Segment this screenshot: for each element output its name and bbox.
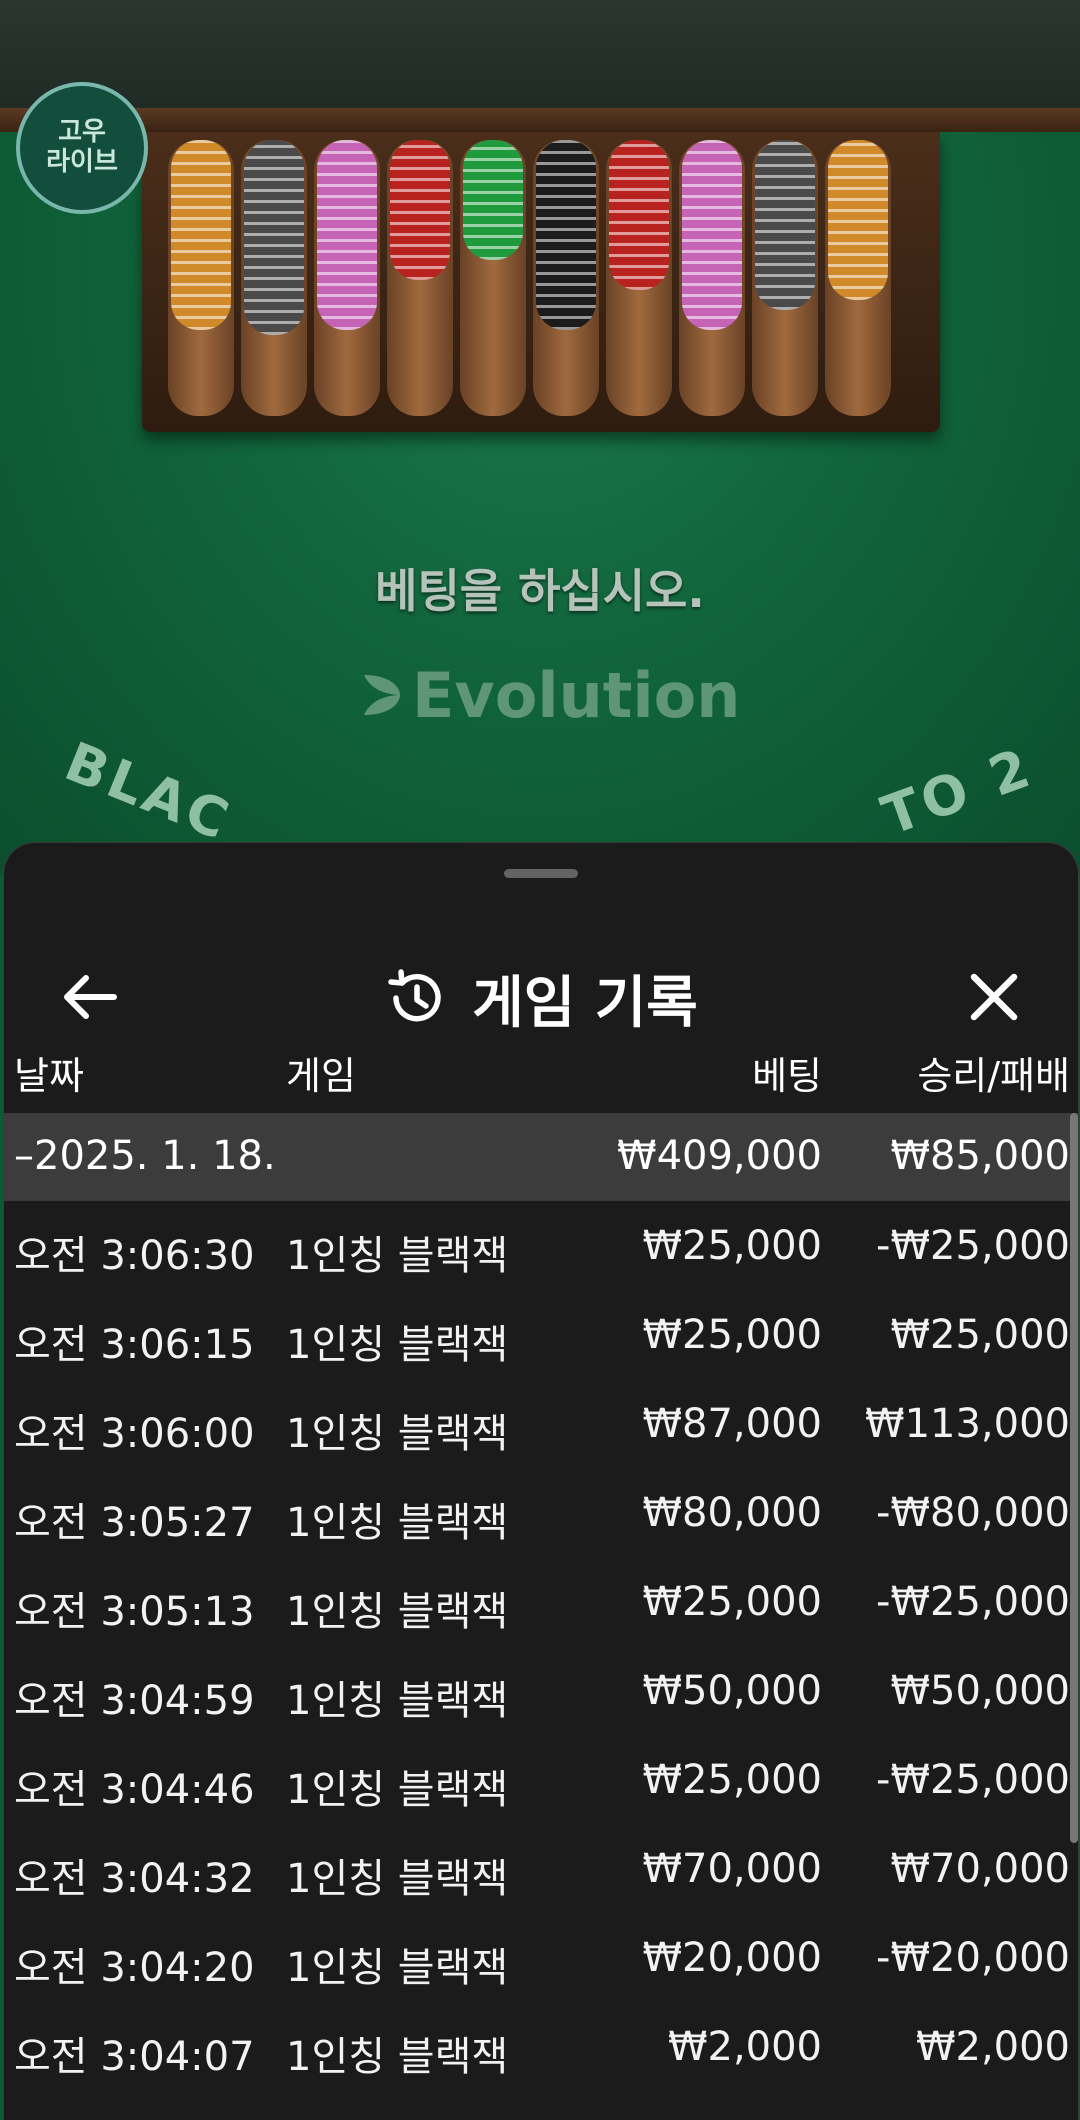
- row-bet: ₩25,000: [642, 1223, 822, 1269]
- row-bet: ₩70,000: [642, 1846, 822, 1892]
- row-game: 1인칭 블랙잭: [286, 2034, 509, 2080]
- row-win-loss: -₩20,000: [876, 1935, 1070, 1981]
- chip-slot: [387, 140, 453, 416]
- game-history-sheet: 게임 기록 날짜 게임 베팅 승리/패배 –2025. 1. 18. ₩409,…: [3, 842, 1079, 2120]
- chip-stack: [390, 140, 450, 280]
- chip-stack: [463, 140, 523, 260]
- chip-slot: [825, 140, 891, 416]
- chip-stack: [171, 140, 231, 330]
- sheet-title-group: 게임 기록: [4, 963, 1078, 1036]
- chip-slot: [241, 140, 307, 416]
- row-game: 1인칭 블랙잭: [286, 1856, 509, 1902]
- row-win-loss: -₩25,000: [876, 1757, 1070, 1803]
- history-row[interactable]: 오전 3:06:30 1인칭 블랙잭 ₩25,000 -₩25,000: [4, 1201, 1078, 1290]
- row-game: 1인칭 블랙잭: [286, 1945, 509, 1991]
- row-bet: ₩87,000: [642, 1401, 822, 1447]
- history-row[interactable]: 오전 3:06:15 1인칭 블랙잭 ₩25,000 ₩25,000: [4, 1290, 1078, 1379]
- date-group-label: –2025. 1. 18.: [14, 1133, 276, 1179]
- row-time: 오전 3:05:13: [14, 1589, 255, 1635]
- row-bet: ₩25,000: [642, 1312, 822, 1358]
- row-game: 1인칭 블랙잭: [286, 1322, 509, 1368]
- row-time: 오전 3:06:15: [14, 1322, 255, 1368]
- table-rail: [0, 108, 1080, 132]
- row-bet: ₩20,000: [642, 1935, 822, 1981]
- history-table-header: 날짜 게임 베팅 승리/패배: [4, 1033, 1078, 1105]
- row-game: 1인칭 블랙잭: [286, 1411, 509, 1457]
- row-win-loss: ₩113,000: [865, 1401, 1070, 1447]
- row-bet: ₩25,000: [642, 1757, 822, 1803]
- row-win-loss: ₩2,000: [915, 2024, 1070, 2070]
- chip-stack: [609, 140, 669, 290]
- sheet-title: 게임 기록: [472, 970, 698, 1036]
- chip-slot: [752, 140, 818, 416]
- casino-logo: 고우 라이브: [16, 82, 148, 214]
- row-time: 오전 3:06:00: [14, 1411, 255, 1457]
- row-game: 1인칭 블랙잭: [286, 1233, 509, 1279]
- sheet-drag-handle[interactable]: [504, 869, 578, 878]
- chip-stack: [755, 140, 815, 310]
- logo-text-bottom: 라이브: [46, 147, 118, 177]
- column-header-date: 날짜: [14, 1054, 84, 1098]
- chip-slot: [314, 140, 380, 416]
- close-button[interactable]: [954, 957, 1034, 1037]
- provider-name: Evolution: [412, 658, 741, 732]
- column-header-bet: 베팅: [752, 1054, 822, 1098]
- evolution-leaf-icon: [364, 675, 400, 715]
- row-time: 오전 3:06:30: [14, 1233, 255, 1279]
- chip-slot: [679, 140, 745, 416]
- column-header-win-loss: 승리/패배: [917, 1054, 1070, 1098]
- row-game: 1인칭 블랙잭: [286, 1589, 509, 1635]
- history-row[interactable]: 오전 3:04:32 1인칭 블랙잭 ₩70,000 ₩70,000: [4, 1824, 1078, 1913]
- chip-slot: [168, 140, 234, 416]
- row-bet: ₩50,000: [642, 1668, 822, 1714]
- row-game: 1인칭 블랙잭: [286, 1500, 509, 1546]
- row-game: 1인칭 블랙잭: [286, 1767, 509, 1813]
- row-win-loss: ₩25,000: [890, 1312, 1070, 1358]
- scrollbar[interactable]: [1070, 1113, 1078, 1843]
- column-header-game: 게임: [286, 1054, 356, 1098]
- history-row[interactable]: 오전 3:04:59 1인칭 블랙잭 ₩50,000 ₩50,000: [4, 1646, 1078, 1735]
- history-list: 오전 3:06:30 1인칭 블랙잭 ₩25,000 -₩25,000 오전 3:06:…: [4, 1201, 1078, 2091]
- row-bet: ₩80,000: [642, 1490, 822, 1536]
- close-icon: [970, 973, 1018, 1021]
- row-time: 오전 3:04:07: [14, 2034, 255, 2080]
- row-time: 오전 3:05:27: [14, 1500, 255, 1546]
- chip-stack: [828, 140, 888, 300]
- chip-stack: [536, 140, 596, 330]
- row-win-loss: ₩70,000: [890, 1846, 1070, 1892]
- place-bets-message: 베팅을 하십시오.: [375, 564, 705, 618]
- chip-stack: [244, 140, 304, 335]
- chip-stack: [317, 140, 377, 330]
- row-bet: ₩25,000: [642, 1579, 822, 1625]
- table-top: [0, 0, 1080, 115]
- row-time: 오전 3:04:32: [14, 1856, 255, 1902]
- row-game: 1인칭 블랙잭: [286, 1678, 509, 1724]
- chip-tray: [142, 132, 940, 432]
- chip-slot: [460, 140, 526, 416]
- row-time: 오전 3:04:20: [14, 1945, 255, 1991]
- history-icon: [388, 969, 441, 1022]
- history-row[interactable]: 오전 3:05:27 1인칭 블랙잭 ₩80,000 -₩80,000: [4, 1468, 1078, 1557]
- history-row[interactable]: 오전 3:04:46 1인칭 블랙잭 ₩25,000 -₩25,000: [4, 1735, 1078, 1824]
- date-group-win-loss-total: ₩85,000: [890, 1133, 1070, 1179]
- date-group-row[interactable]: –2025. 1. 18. ₩409,000 ₩85,000: [4, 1113, 1078, 1201]
- row-win-loss: ₩50,000: [890, 1668, 1070, 1714]
- row-time: 오전 3:04:46: [14, 1767, 255, 1813]
- chip-slot: [606, 140, 672, 416]
- history-row[interactable]: 오전 3:05:13 1인칭 블랙잭 ₩25,000 -₩25,000: [4, 1557, 1078, 1646]
- row-win-loss: -₩80,000: [876, 1490, 1070, 1536]
- chip-slot: [533, 140, 599, 416]
- logo-text-top: 고우: [58, 117, 106, 148]
- chip-stack: [682, 140, 742, 330]
- row-time: 오전 3:04:59: [14, 1678, 255, 1724]
- provider-logo: Evolution: [360, 658, 741, 732]
- history-row[interactable]: 오전 3:04:07 1인칭 블랙잭 ₩2,000 ₩2,000: [4, 2002, 1078, 2091]
- row-win-loss: -₩25,000: [876, 1579, 1070, 1625]
- row-bet: ₩2,000: [667, 2024, 822, 2070]
- history-row[interactable]: 오전 3:06:00 1인칭 블랙잭 ₩87,000 ₩113,000: [4, 1379, 1078, 1468]
- row-win-loss: -₩25,000: [876, 1223, 1070, 1269]
- history-row[interactable]: 오전 3:04:20 1인칭 블랙잭 ₩20,000 -₩20,000: [4, 1913, 1078, 2002]
- date-group-bet-total: ₩409,000: [617, 1133, 822, 1179]
